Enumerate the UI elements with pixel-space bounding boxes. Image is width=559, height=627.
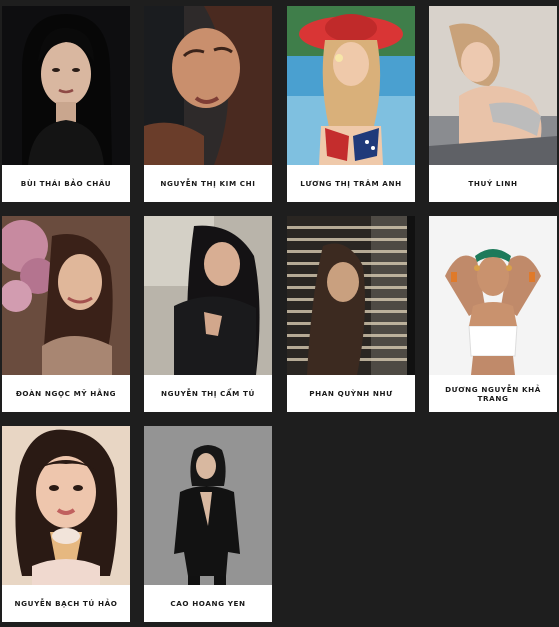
model-name[interactable]: BÙI THÁI BẢO CHÂU bbox=[21, 179, 111, 188]
model-card[interactable]: LƯƠNG THỊ TRÂM ANH bbox=[287, 6, 415, 202]
model-name-caption[interactable]: LƯƠNG THỊ TRÂM ANH bbox=[287, 165, 415, 202]
model-photo[interactable] bbox=[287, 216, 415, 375]
model-name-caption[interactable]: CAO HOANG YEN bbox=[144, 585, 272, 622]
model-name-caption[interactable]: NGUYỄN THỊ CẨM TÚ bbox=[144, 375, 272, 412]
model-photo[interactable] bbox=[2, 6, 130, 165]
model-card[interactable]: ĐOÀN NGỌC MỸ HẰNG bbox=[2, 216, 130, 412]
model-name-caption[interactable]: THUÝ LINH bbox=[429, 165, 557, 202]
model-name-caption[interactable]: NGUYỄN BẠCH TÚ HẢO bbox=[2, 585, 130, 622]
model-name[interactable]: NGUYỄN THỊ KIM CHI bbox=[160, 179, 255, 188]
model-card[interactable]: PHAN QUỲNH NHƯ bbox=[287, 216, 415, 412]
model-name[interactable]: LƯƠNG THỊ TRÂM ANH bbox=[300, 179, 401, 188]
model-card[interactable]: THUÝ LINH bbox=[429, 6, 557, 202]
model-photo[interactable] bbox=[2, 216, 130, 375]
model-name[interactable]: PHAN QUỲNH NHƯ bbox=[309, 389, 392, 398]
model-name-caption[interactable]: ĐOÀN NGỌC MỸ HẰNG bbox=[2, 375, 130, 412]
model-name-caption[interactable]: BÙI THÁI BẢO CHÂU bbox=[2, 165, 130, 202]
model-card[interactable]: NGUYỄN THỊ KIM CHI bbox=[144, 6, 272, 202]
model-photo[interactable] bbox=[429, 6, 557, 165]
model-card[interactable]: CAO HOANG YEN bbox=[144, 426, 272, 622]
model-name[interactable]: ĐOÀN NGỌC MỸ HẰNG bbox=[16, 389, 116, 398]
model-card[interactable]: NGUYỄN THỊ CẨM TÚ bbox=[144, 216, 272, 412]
model-name-caption[interactable]: DƯƠNG NGUYỄN KHẢ TRANG bbox=[429, 375, 557, 412]
model-photo[interactable] bbox=[429, 216, 557, 375]
model-card[interactable]: NGUYỄN BẠCH TÚ HẢO bbox=[2, 426, 130, 622]
model-gallery: BÙI THÁI BẢO CHÂU NGUYỄN THỊ KIM CHI LƯƠ… bbox=[0, 0, 559, 627]
model-photo[interactable] bbox=[144, 216, 272, 375]
model-name-caption[interactable]: PHAN QUỲNH NHƯ bbox=[287, 375, 415, 412]
model-name[interactable]: CAO HOANG YEN bbox=[170, 599, 245, 608]
model-name[interactable]: DƯƠNG NGUYỄN KHẢ TRANG bbox=[437, 385, 549, 403]
model-photo[interactable] bbox=[144, 6, 272, 165]
model-card[interactable]: BÙI THÁI BẢO CHÂU bbox=[2, 6, 130, 202]
model-photo[interactable] bbox=[144, 426, 272, 585]
model-photo[interactable] bbox=[287, 6, 415, 165]
model-photo[interactable] bbox=[2, 426, 130, 585]
model-name[interactable]: NGUYỄN BẠCH TÚ HẢO bbox=[15, 599, 118, 608]
model-name[interactable]: THUÝ LINH bbox=[468, 179, 517, 188]
model-name[interactable]: NGUYỄN THỊ CẨM TÚ bbox=[161, 389, 255, 398]
model-card[interactable]: DƯƠNG NGUYỄN KHẢ TRANG bbox=[429, 216, 557, 412]
model-name-caption[interactable]: NGUYỄN THỊ KIM CHI bbox=[144, 165, 272, 202]
